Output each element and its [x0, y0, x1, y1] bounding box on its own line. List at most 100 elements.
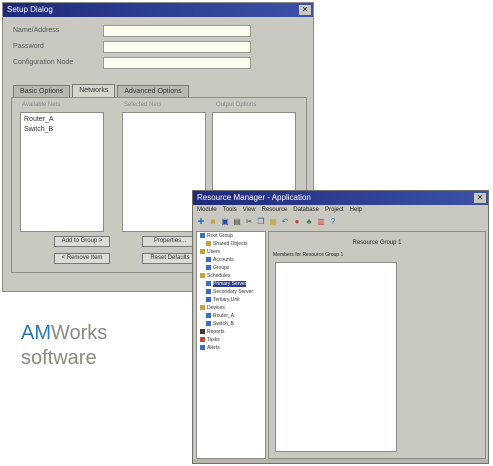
column-header: Available Nets	[22, 102, 61, 108]
tree-node[interactable]: Tasks	[197, 336, 265, 344]
tab-strip: Basic Options Networks Advanced Options	[13, 84, 189, 97]
brand-name: AMWorks	[21, 321, 107, 345]
reset-defaults-button[interactable]: Reset Defaults	[142, 253, 198, 264]
tree-node[interactable]: Schedules	[197, 272, 265, 280]
toolbar: ✚ ■ ▣ ▤ ✂ ❐ ▦ ↶ ● ♣ ▥ ?	[193, 216, 488, 228]
undo-icon[interactable]: ↶	[281, 218, 289, 226]
tree-node[interactable]: Router_A	[197, 312, 265, 320]
tree-node[interactable]: Devices	[197, 304, 265, 312]
pane-subtitle: Members for Resource Group 1	[273, 252, 344, 258]
tree-node-label: Alerts	[207, 345, 220, 351]
field-label: Name/Address	[13, 27, 60, 34]
field-row-name: Name/Address	[13, 25, 305, 39]
tree-node-icon	[206, 321, 211, 327]
tree-node-label: Root Group	[207, 233, 233, 239]
tree-node[interactable]: Users	[197, 248, 265, 256]
tree-node-label: Router_A	[213, 313, 235, 319]
dialog-title: Setup Dialog	[7, 5, 53, 14]
menu-bar: Module Tools View Resource Database Proj…	[193, 205, 488, 215]
tree-node-icon	[206, 257, 211, 263]
menu-database[interactable]: Database	[293, 205, 319, 215]
list-item[interactable]: Router_A	[24, 115, 100, 125]
tree-node-icon	[200, 273, 205, 279]
brand-subtitle: software	[21, 347, 97, 369]
tree-node[interactable]: Accounts	[197, 256, 265, 264]
tree-node[interactable]: Primary Server	[197, 280, 265, 288]
open-icon[interactable]: ■	[209, 218, 217, 226]
app-titlebar[interactable]: Resource Manager - Application ✕	[193, 191, 488, 205]
tree-node-icon	[200, 233, 205, 239]
new-icon[interactable]: ✚	[197, 218, 205, 226]
app-title: Resource Manager - Application	[197, 193, 311, 202]
tree-node-icon	[200, 305, 205, 311]
pane-title: Resource Group 1	[352, 240, 402, 246]
tree-node-icon	[206, 289, 211, 295]
brand-rest: Works	[51, 322, 108, 344]
help-icon[interactable]: ?	[329, 218, 337, 226]
tree-node-icon	[206, 313, 211, 319]
resource-tree[interactable]: Root Group Shared Objects Users Accounts Gro…	[196, 231, 266, 459]
detail-pane: Resource Group 1 Members for Resource Gr…	[268, 231, 486, 459]
field-row-password: Password	[13, 41, 305, 55]
tree-node[interactable]: Root Group	[197, 232, 265, 240]
find-icon[interactable]: ●	[293, 218, 301, 226]
config-node-input[interactable]	[103, 57, 251, 69]
tree-node-icon	[200, 337, 205, 343]
tree-node-label: Secondary Server	[213, 289, 254, 295]
tree-node-icon	[206, 241, 211, 247]
brand-accent: AM	[21, 322, 51, 344]
tree-node-label: Users	[207, 249, 221, 255]
cut-icon[interactable]: ✂	[245, 218, 253, 226]
properties-icon[interactable]: ▥	[317, 218, 325, 226]
save-icon[interactable]: ▣	[221, 218, 229, 226]
menu-help[interactable]: Help	[350, 205, 362, 215]
remove-item-button[interactable]: < Remove Item	[54, 253, 110, 264]
tab-advanced-options[interactable]: Advanced Options	[117, 85, 189, 97]
tree-icon[interactable]: ♣	[305, 218, 313, 226]
tree-node-label: Switch_B	[213, 321, 234, 327]
tree-node-label: Schedules	[207, 273, 231, 279]
menu-module[interactable]: Module	[197, 205, 217, 215]
copy-icon[interactable]: ❐	[257, 218, 265, 226]
dialog-titlebar[interactable]: Setup Dialog ✕	[3, 3, 313, 17]
members-list[interactable]	[275, 262, 397, 452]
name-address-input[interactable]	[103, 25, 251, 37]
print-icon[interactable]: ▤	[233, 218, 241, 226]
tree-node-label: Shared Objects	[213, 241, 248, 247]
available-nets-list[interactable]: Router_A Switch_B	[20, 112, 104, 232]
tree-node-label: Accounts	[213, 257, 234, 263]
tree-node[interactable]: Switch_B	[197, 320, 265, 328]
close-icon[interactable]: ✕	[474, 193, 486, 203]
tree-node-label: Groups	[213, 265, 230, 271]
field-row-config: Configuration Node	[13, 57, 305, 71]
menu-resource[interactable]: Resource	[262, 205, 288, 215]
paste-icon[interactable]: ▦	[269, 218, 277, 226]
close-icon[interactable]: ✕	[299, 5, 311, 15]
password-input[interactable]	[103, 41, 251, 53]
tree-node-label: Tasks	[207, 337, 220, 343]
tree-node[interactable]: Reports	[197, 328, 265, 336]
tree-node-icon	[206, 297, 211, 303]
list-item[interactable]: Switch_B	[24, 125, 100, 135]
menu-project[interactable]: Project	[325, 205, 344, 215]
tree-node-label: Tertiary Unit	[213, 297, 240, 303]
resource-manager-window: Resource Manager - Application ✕ Module …	[192, 190, 489, 464]
menu-tools[interactable]: Tools	[223, 205, 237, 215]
field-label: Configuration Node	[13, 59, 74, 66]
tree-node-label: Primary Server	[213, 281, 247, 287]
tree-node[interactable]: Shared Objects	[197, 240, 265, 248]
menu-view[interactable]: View	[243, 205, 256, 215]
tree-node-icon	[206, 281, 211, 287]
tree-node-label: Reports	[207, 329, 225, 335]
tree-node[interactable]: Groups	[197, 264, 265, 272]
tree-node-icon	[200, 329, 205, 335]
status-bar	[193, 459, 488, 463]
tree-node[interactable]: Tertiary Unit	[197, 296, 265, 304]
tree-node-label: Devices	[207, 305, 225, 311]
tab-basic-options[interactable]: Basic Options	[13, 85, 71, 97]
tree-node[interactable]: Alerts	[197, 344, 265, 352]
tree-node[interactable]: Secondary Server	[197, 288, 265, 296]
add-to-group-button[interactable]: Add to Group >	[54, 236, 110, 247]
properties-button[interactable]: Properties...	[142, 236, 198, 247]
tab-networks[interactable]: Networks	[72, 84, 116, 97]
